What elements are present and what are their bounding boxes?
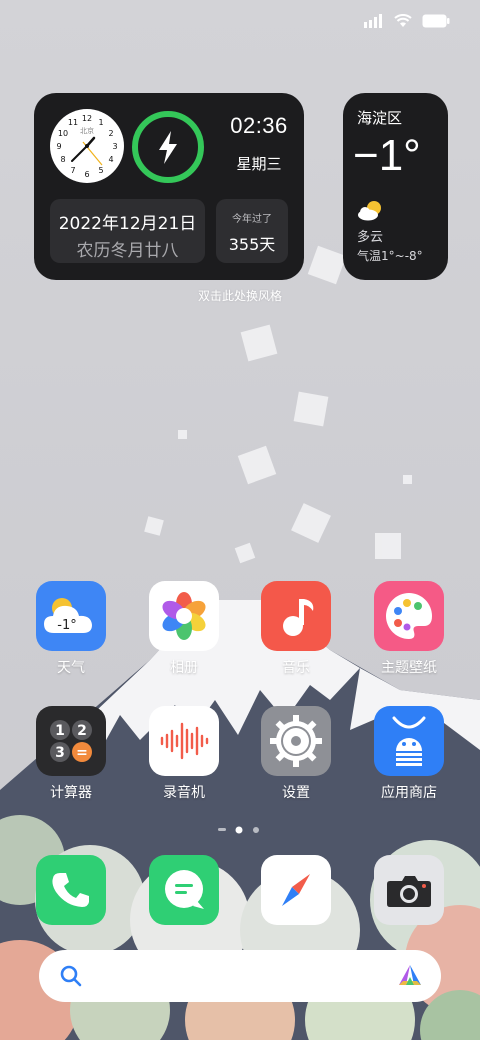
weather-icon-temp: -1°	[57, 618, 76, 633]
svg-text:3: 3	[55, 745, 65, 761]
analog-clock: 12 1 2 3 4 5 6 7 8 9 10 11 北京	[50, 109, 124, 183]
battery-icon	[422, 14, 450, 28]
days-passed-box: 今年过了 355天	[216, 199, 288, 263]
weather-location: 海淀区	[357, 109, 403, 127]
page-indicator[interactable]	[216, 825, 264, 835]
svg-text:5: 5	[98, 166, 103, 175]
clock-city-label: 北京	[80, 126, 94, 135]
phone-icon	[36, 855, 106, 925]
svg-text:2: 2	[108, 129, 113, 138]
days-passed-value: 355天	[228, 235, 276, 254]
theme-palette-icon	[374, 581, 444, 651]
widget-style-hint: 双击此处换风格	[197, 289, 282, 303]
settings-gear-icon	[261, 706, 331, 776]
date-box: 2022年12月21日 农历冬月廿八	[50, 199, 205, 263]
music-icon	[261, 581, 331, 651]
clock-widget[interactable]: 12 1 2 3 4 5 6 7 8 9 10 11 北京 02:36 星期三 …	[34, 93, 304, 280]
search-icon[interactable]	[59, 964, 83, 988]
digital-time: 02:36	[230, 113, 288, 138]
app-label: 应用商店	[381, 785, 437, 801]
app-label: 天气	[57, 660, 85, 676]
date-label: 2022年12月21日	[58, 214, 197, 234]
weather-temperature: −1°	[353, 131, 421, 180]
photos-icon	[149, 581, 219, 651]
svg-text:3: 3	[112, 142, 117, 151]
svg-text:6: 6	[84, 170, 89, 179]
search-bar[interactable]	[39, 950, 441, 1002]
app-label: 主题壁纸	[381, 660, 437, 676]
svg-text:2: 2	[77, 723, 87, 739]
status-bar	[364, 10, 450, 32]
days-passed-label: 今年过了	[232, 214, 272, 225]
weather-widget[interactable]: 海淀区 −1° 多云 气温1°~-8°	[343, 93, 448, 280]
wifi-icon	[394, 14, 412, 27]
svg-text:1: 1	[98, 118, 103, 127]
message-icon	[149, 855, 219, 925]
svg-text:4: 4	[108, 155, 113, 164]
svg-text:8: 8	[60, 155, 65, 164]
weather-condition: 多云	[357, 230, 384, 245]
svg-text:12: 12	[82, 114, 92, 123]
app-label: 录音机	[163, 785, 205, 801]
svg-text:1: 1	[55, 723, 65, 739]
svg-text:7: 7	[70, 166, 75, 175]
app-label: 音乐	[282, 660, 310, 676]
partly-cloudy-icon	[358, 201, 381, 221]
app-label: 计算器	[50, 785, 92, 801]
svg-text:10: 10	[58, 129, 68, 138]
weekday-label: 星期三	[236, 155, 282, 173]
app-store-icon	[374, 706, 444, 776]
assistant-icon[interactable]	[397, 963, 423, 989]
camera-icon	[374, 855, 444, 925]
svg-text:=: =	[76, 745, 88, 761]
signal-icon	[364, 14, 382, 28]
weather-range: 气温1°~-8°	[357, 249, 423, 263]
svg-text:11: 11	[68, 118, 78, 127]
svg-text:9: 9	[56, 142, 61, 151]
app-label: 相册	[170, 660, 198, 676]
weather-icon: -1°	[36, 581, 106, 651]
app-label: 设置	[282, 785, 310, 801]
calculator-icon: 1 2 3 =	[36, 706, 106, 776]
compass-icon	[261, 855, 331, 925]
recorder-icon	[149, 706, 219, 776]
power-ring	[132, 111, 204, 183]
lunar-date-label: 农历冬月廿八	[76, 241, 179, 261]
